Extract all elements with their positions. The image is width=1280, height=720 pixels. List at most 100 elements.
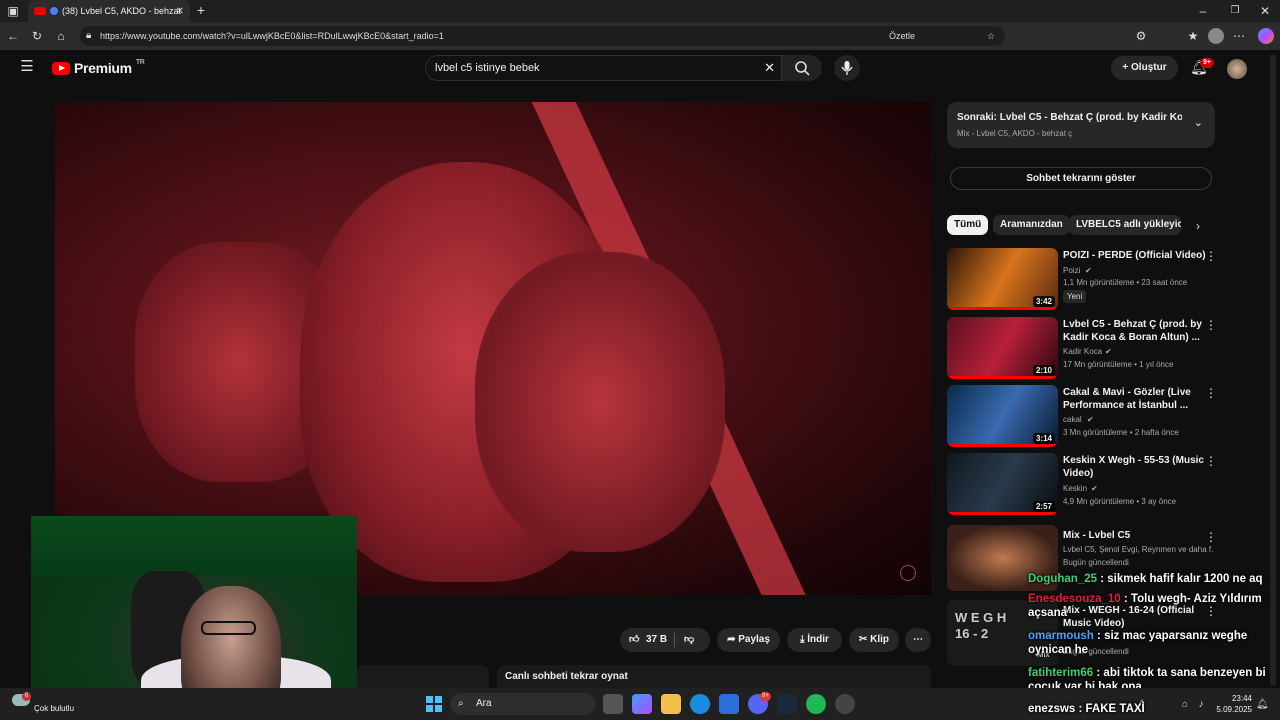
notification-count: 9+ [1200, 58, 1214, 68]
video-item[interactable]: 2:10 [947, 317, 1058, 379]
address-bar[interactable]: 🔒︎ https://www.youtube.com/watch?v=ulLww… [80, 26, 1005, 46]
watched-progress [947, 307, 1058, 310]
video-title-line2[interactable]: Video) [1063, 467, 1093, 480]
video-title-line2[interactable]: Kadir Koca & Boran Altun) ... [1063, 331, 1200, 344]
video-menu-icon[interactable]: ⋮ [1205, 454, 1217, 468]
channel-name[interactable]: cakal [1063, 413, 1082, 426]
chip-all[interactable]: Tümü [947, 215, 989, 235]
steam-icon[interactable] [777, 694, 797, 714]
restore-icon[interactable]: ❐ [1228, 4, 1242, 18]
playlist-channels: Lvbel C5, Şenol Evgi, Reynmen ve daha f.… [1063, 545, 1213, 554]
summarize-button[interactable]: Özetle [889, 26, 915, 46]
youtube-logo[interactable]: Premium TR [52, 59, 145, 76]
create-button[interactable]: + Oluştur [1111, 56, 1178, 80]
more-actions-button[interactable]: ⋯ [905, 628, 931, 652]
notification-center-icon[interactable]: 🔔︎ [1256, 698, 1269, 712]
clock-date[interactable]: 5.09.2025 [1208, 705, 1252, 714]
network-icon[interactable]: ⌂ [1178, 698, 1192, 712]
like-icon[interactable]: 👍︎ [629, 628, 639, 652]
file-explorer-icon[interactable] [661, 694, 681, 714]
page-scrollbar[interactable] [1270, 55, 1276, 685]
extensions-icon[interactable]: ⚙ [1134, 29, 1148, 43]
video-item[interactable]: 3:42 [947, 248, 1058, 310]
taskbar-search-label: Ara [476, 698, 492, 709]
menu-icon[interactable]: ☰ [18, 59, 36, 74]
chevron-right-icon[interactable]: › [1192, 219, 1204, 233]
video-thumbnail[interactable]: 3:42 [947, 248, 1058, 310]
search-button[interactable] [782, 55, 822, 81]
microsoft-store-icon[interactable] [719, 694, 739, 714]
chevron-down-icon[interactable]: ⌄ [1194, 116, 1203, 129]
recording-icon [50, 7, 58, 15]
like-dislike-group: 👍︎ 37 B 👎︎ [620, 628, 710, 652]
share-button[interactable]: ➦ Paylaş [717, 628, 780, 652]
browser-tab[interactable]: (38) Lvbel C5, AKDO - behzat ✕ [28, 0, 190, 22]
up-next-card[interactable]: Sonraki: Lvbel C5 - Behzat Ç (prod. by K… [947, 102, 1215, 148]
copilot-taskbar-icon[interactable] [632, 694, 652, 714]
refresh-icon[interactable]: ↻ [30, 29, 44, 43]
minimize-icon[interactable]: – [1196, 4, 1210, 18]
home-icon[interactable]: ⌂ [54, 29, 68, 43]
taskbar-search[interactable]: ⌕ Ara [450, 693, 595, 715]
volume-icon[interactable]: ♪ [1194, 698, 1208, 712]
plus-icon: + [1122, 62, 1132, 73]
replay-live-chat-panel[interactable]: Canlı sohbeti tekrar oynat [497, 665, 931, 688]
video-meta: 3 Mn görüntüleme • 2 hafta önce [1063, 428, 1179, 437]
chat-text: sikmek hafif kalır 1200 ne aq [1107, 573, 1263, 585]
voice-search-button[interactable] [834, 55, 860, 81]
url-text: https://www.youtube.com/watch?v=ulLwwjKB… [100, 31, 444, 41]
video-duration: 3:14 [1032, 433, 1055, 444]
windows-start-icon[interactable] [426, 696, 442, 712]
window-close-icon[interactable]: ✕ [1258, 4, 1272, 18]
video-menu-icon[interactable]: ⋮ [1205, 318, 1217, 332]
playlist-menu-icon[interactable]: ⋮ [1205, 530, 1217, 544]
account-avatar[interactable] [1227, 59, 1247, 79]
copilot-icon[interactable] [1258, 28, 1274, 44]
video-title[interactable]: Lvbel C5 - Behzat Ç (prod. by [1063, 318, 1202, 331]
new-tab-icon[interactable]: + [194, 3, 208, 17]
channel-watermark-icon[interactable] [900, 565, 916, 581]
video-thumbnail[interactable]: 2:57 [947, 453, 1058, 515]
tab-close-icon[interactable]: ✕ [176, 6, 184, 17]
download-button[interactable]: ⤓ İndir [787, 628, 842, 652]
task-view-icon[interactable] [603, 694, 623, 714]
favorites-icon[interactable]: ★ [1186, 29, 1200, 43]
video-menu-icon[interactable]: ⋮ [1205, 249, 1217, 263]
obs-icon[interactable] [835, 694, 855, 714]
video-menu-icon[interactable]: ⋮ [1205, 386, 1217, 400]
profile-avatar[interactable] [1208, 28, 1224, 44]
spotify-icon[interactable] [806, 694, 826, 714]
chip-from-uploader[interactable]: LVBELC5 adlı yükleyiciden [1069, 215, 1181, 235]
playlist-title[interactable]: Mix - Lvbel C5 [1063, 529, 1130, 542]
favorite-star-icon[interactable]: ☆ [987, 26, 995, 46]
clip-button[interactable]: ✂ Klip [849, 628, 899, 652]
new-badge: Yeni [1063, 290, 1087, 303]
show-chat-replay-button[interactable]: Sohbet tekrarını göster [950, 167, 1212, 190]
clear-search-icon[interactable]: ✕ [764, 56, 775, 80]
dislike-icon[interactable]: 👎︎ [684, 628, 694, 652]
clock-time[interactable]: 23:44 [1214, 694, 1252, 703]
like-count[interactable]: 37 B [646, 628, 667, 652]
tab-actions-icon[interactable]: ▣ [6, 4, 20, 18]
more-menu-icon[interactable]: ⋯ [1232, 29, 1246, 43]
video-item[interactable]: 2:57 [947, 453, 1058, 515]
edge-browser-icon[interactable] [690, 694, 710, 714]
chat-user: fatihterim66 [1028, 667, 1094, 679]
chat-user: omarmoush [1028, 630, 1094, 642]
video-item[interactable]: 3:14 [947, 385, 1058, 447]
video-thumbnail[interactable]: 3:14 [947, 385, 1058, 447]
video-title[interactable]: POIZI - PERDE (Official Video) [1063, 249, 1206, 262]
search-input[interactable]: lvbel c5 istinye bebek ✕ [425, 55, 782, 81]
video-title[interactable]: Keskin X Wegh - 55-53 (Music [1063, 454, 1204, 467]
channel-name[interactable]: Kadir Koca [1063, 345, 1102, 358]
back-icon[interactable]: ← [6, 29, 20, 43]
video-thumbnail[interactable]: 2:10 [947, 317, 1058, 379]
description-panel [357, 665, 489, 688]
video-title-line2[interactable]: Performance at İstanbul ... [1063, 399, 1188, 412]
video-title[interactable]: Cakal & Mavi - Gözler (Live [1063, 386, 1191, 399]
video-meta: 4,9 Mn görüntüleme • 3 ay önce [1063, 497, 1177, 506]
chip-from-search[interactable]: Aramanızdan [993, 215, 1070, 235]
streamer-webcam [31, 516, 357, 700]
channel-name[interactable]: Keskin [1063, 482, 1087, 495]
weather-text[interactable]: Çok bulutlu [34, 704, 74, 713]
